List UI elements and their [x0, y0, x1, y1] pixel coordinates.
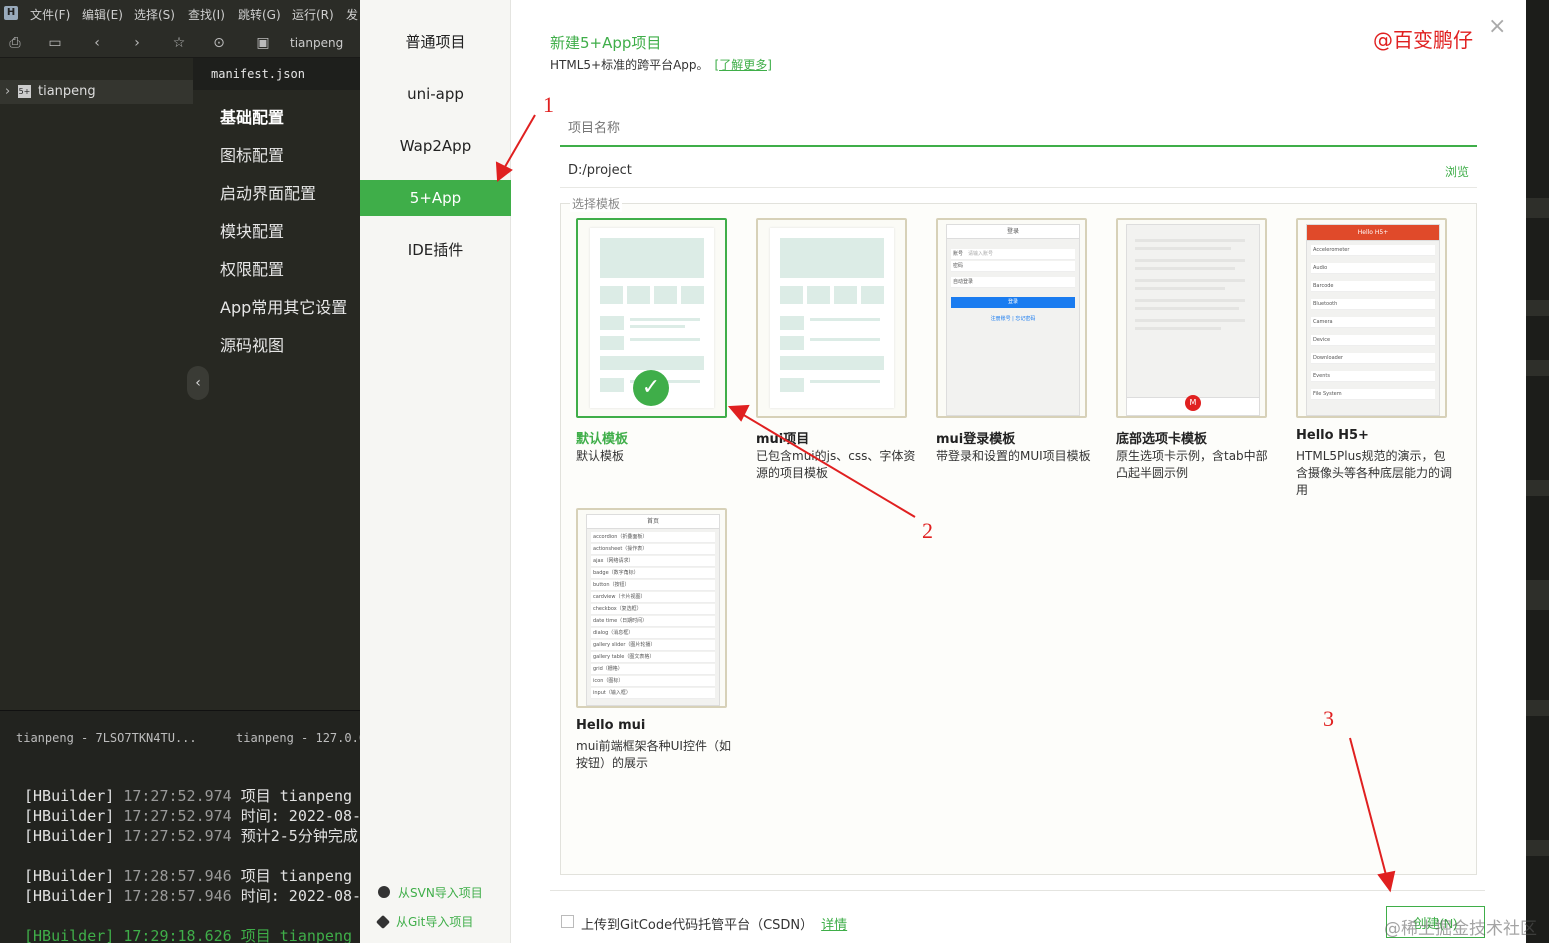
menu-file[interactable]: 文件(F): [30, 6, 70, 23]
chevron-right-icon[interactable]: ›: [5, 84, 10, 99]
project-type-nav: 普通项目 uni-app Wap2App 5+App IDE插件 从SVN导入项…: [360, 0, 511, 943]
template-thumbnail: 登录 账号 请输入账号 密码 自动登录 登录 注册账号 | 忘记密码: [946, 224, 1080, 416]
template-desc: HTML5Plus规范的演示，包含摄像头等各种底层能力的调用: [1296, 449, 1453, 497]
nav-normal-project[interactable]: 普通项目: [360, 24, 511, 60]
config-modules[interactable]: 模块配置: [220, 218, 284, 242]
project-icon: ▣: [256, 35, 270, 51]
config-permissions[interactable]: 权限配置: [220, 256, 284, 280]
log-line: [HBuilder] 17:27:52.974 时间: 2022-08-: [24, 807, 362, 825]
menu-select[interactable]: 选择(S): [134, 6, 175, 23]
template-thumbnail: Hello H5+ Accelerometer Audio Barcode Bl…: [1306, 224, 1440, 416]
console-tab-1[interactable]: tianpeng - 7LSO7TKN4TU...: [16, 731, 197, 745]
background-editor-strip: [1526, 0, 1549, 943]
template-thumbnail: [770, 228, 894, 408]
import-git-link[interactable]: 从Git导入项目: [375, 913, 473, 930]
template-card-mui-login[interactable]: 登录 账号 请输入账号 密码 自动登录 登录 注册账号 | 忘记密码: [936, 218, 1087, 418]
log-line: [HBuilder] 17:27:52.974 项目 tianpeng: [24, 787, 353, 805]
menu-publish[interactable]: 发: [346, 6, 358, 23]
back-icon[interactable]: ‹: [88, 34, 106, 52]
config-splash[interactable]: 启动界面配置: [220, 180, 316, 204]
close-icon[interactable]: ×: [1488, 14, 1506, 39]
tree-item-label: tianpeng: [38, 84, 96, 99]
manifest-editor: 基础配置 图标配置 启动界面配置 模块配置 权限配置 App常用其它设置 源码视…: [193, 90, 360, 710]
tree-item-project[interactable]: › 5+ tianpeng: [0, 80, 193, 104]
learn-more-link[interactable]: [了解更多]: [715, 58, 772, 72]
config-icons[interactable]: 图标配置: [220, 142, 284, 166]
run-icon[interactable]: ⊙: [210, 34, 228, 52]
dialog-subtitle: HTML5+标准的跨平台App。 [了解更多]: [550, 58, 772, 72]
log-line: [HBuilder] 17:27:52.974 预计2-5分钟完成: [24, 827, 358, 845]
config-source-view[interactable]: 源码视图: [220, 332, 284, 356]
browse-button[interactable]: 浏览: [1445, 163, 1469, 180]
star-icon[interactable]: ☆: [170, 34, 188, 52]
template-desc: 原生选项卡示例，含tab中部凸起半圆示例: [1116, 449, 1268, 480]
template-desc: 带登录和设置的MUI项目模板: [936, 449, 1091, 463]
template-name: mui项目: [756, 432, 810, 447]
annotation-2: 2: [922, 518, 933, 543]
nav-ide-plugin[interactable]: IDE插件: [360, 232, 511, 268]
annotation-1: 1: [543, 92, 554, 117]
forward-icon[interactable]: ›: [128, 34, 146, 52]
template-desc: 已包含mui的js、css、字体资源的项目模板: [756, 449, 916, 480]
import-svn-link[interactable]: 从SVN导入项目: [378, 884, 483, 901]
git-icon: [375, 914, 391, 930]
template-card-default[interactable]: ✓: [576, 218, 727, 418]
author-watermark: @百变鹏仔: [1373, 28, 1473, 52]
template-name: Hello mui: [576, 718, 646, 733]
template-thumbnail: 首页 accordion（折叠面板） actionsheet（操作表） ajax…: [586, 514, 720, 706]
svn-icon: [378, 886, 390, 898]
toolbar-project-tab[interactable]: tianpeng: [290, 36, 343, 50]
gitcode-detail-link[interactable]: 详情: [821, 918, 847, 933]
menu-find[interactable]: 查找(I): [188, 6, 225, 23]
new-file-icon[interactable]: ⎙: [6, 34, 24, 52]
toolbar: ⎙ ▭ ‹ › ☆ ⊙ ▣ tianpeng: [0, 28, 360, 58]
template-name: 默认模板: [576, 432, 629, 447]
dialog-title: 新建5+App项目: [550, 34, 662, 52]
template-name: mui登录模板: [936, 432, 1016, 447]
file-tab-manifest[interactable]: manifest.json: [211, 67, 305, 81]
gitcode-label: 上传到GitCode代码托管平台（CSDN） 详情: [581, 918, 848, 933]
template-thumbnail: M: [1126, 224, 1260, 416]
new-project-dialog: 普通项目 uni-app Wap2App 5+App IDE插件 从SVN导入项…: [360, 0, 1537, 943]
annotation-3: 3: [1323, 706, 1334, 731]
template-name: 底部选项卡模板: [1116, 432, 1208, 447]
template-card-hello-h5[interactable]: Hello H5+ Accelerometer Audio Barcode Bl…: [1296, 218, 1447, 418]
project-name-input[interactable]: [560, 110, 1477, 147]
config-other[interactable]: App常用其它设置: [220, 294, 347, 318]
save-icon[interactable]: ▭: [46, 34, 64, 52]
collapse-sidebar-button[interactable]: ‹: [187, 366, 209, 400]
project-tree: › 5+ tianpeng: [0, 58, 193, 710]
template-name: Hello H5+: [1296, 428, 1369, 443]
menu-bar: H 文件(F) 编辑(E) 选择(S) 查找(I) 跳转(G) 运行(R) 发: [0, 0, 360, 28]
menu-edit[interactable]: 编辑(E): [82, 6, 123, 23]
nav-5plus-app[interactable]: 5+App: [360, 180, 511, 216]
template-desc: 默认模板: [576, 449, 625, 463]
nav-wap2app[interactable]: Wap2App: [360, 128, 511, 164]
log-line: [HBuilder] 17:29:18.626 项目 tianpeng: [24, 927, 353, 943]
template-desc: mui前端框架各种UI控件（如按钮）的展示: [576, 739, 731, 770]
selected-check-icon: ✓: [633, 370, 669, 406]
footer-watermark: @稀土掘金技术社区: [1384, 919, 1537, 939]
project-path-value: D:/project: [568, 163, 632, 178]
template-legend: 选择模板: [570, 195, 623, 212]
nav-uni-app[interactable]: uni-app: [360, 76, 511, 112]
project-path-field[interactable]: D:/project 浏览: [560, 154, 1477, 188]
template-card-tabbar[interactable]: M: [1116, 218, 1267, 418]
console-panel: tianpeng - 7LSO7TKN4TU... tianpeng - 127…: [0, 710, 366, 943]
footer-divider: [550, 890, 1485, 891]
gitcode-checkbox[interactable]: [561, 915, 574, 928]
menu-goto[interactable]: 跳转(G): [238, 6, 281, 23]
hbuilder-logo-icon: H: [4, 6, 18, 20]
project-icon: 5+: [18, 85, 31, 98]
menu-run[interactable]: 运行(R): [292, 6, 334, 23]
file-tabs: manifest.json: [193, 58, 360, 90]
log-line: [HBuilder] 17:28:57.946 项目 tianpeng: [24, 867, 353, 885]
template-card-mui[interactable]: [756, 218, 907, 418]
template-card-hello-mui[interactable]: 首页 accordion（折叠面板） actionsheet（操作表） ajax…: [576, 508, 727, 708]
console-tab-2[interactable]: tianpeng - 127.0.0: [236, 731, 366, 745]
log-line: [HBuilder] 17:28:57.946 时间: 2022-08-: [24, 887, 362, 905]
config-basic[interactable]: 基础配置: [220, 104, 284, 128]
